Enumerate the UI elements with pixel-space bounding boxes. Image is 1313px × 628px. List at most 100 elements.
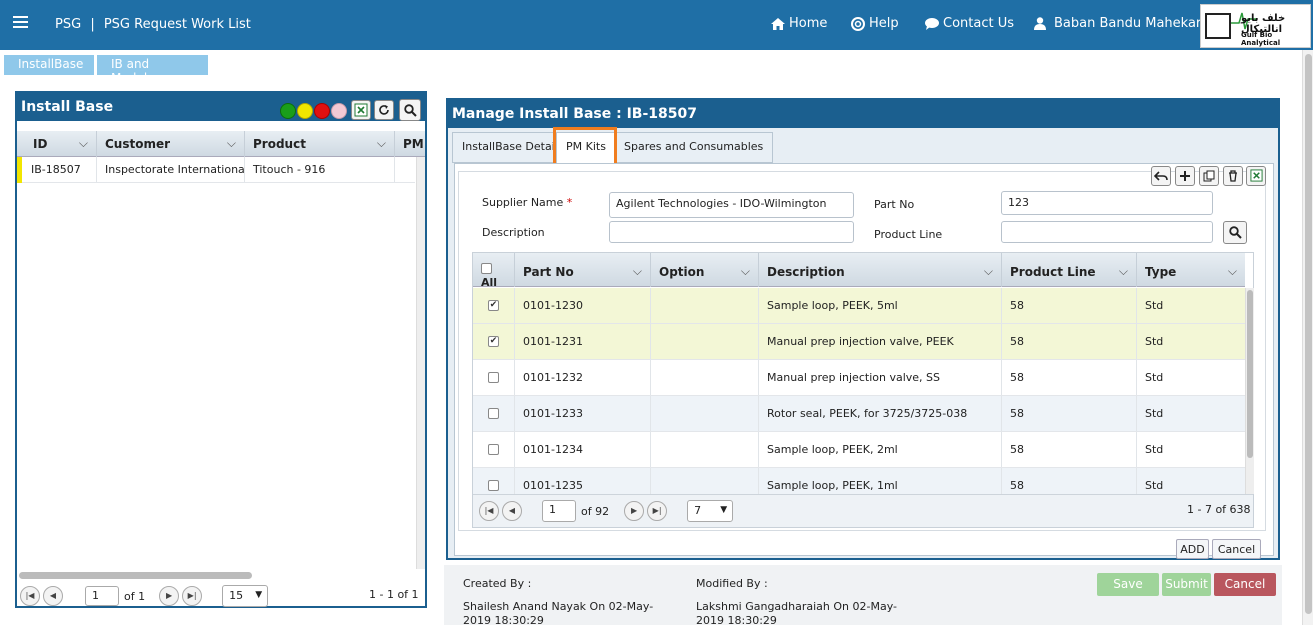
col-option[interactable]: Option ⌵ [651,253,759,287]
add-button[interactable]: ADD [1176,539,1209,559]
cell-option [651,324,759,359]
nav-contact[interactable]: Contact Us [925,16,1014,31]
col-part-no[interactable]: Part No ⌵ [515,253,651,287]
cancel-button[interactable]: Cancel [1214,573,1276,596]
chevron-down-icon[interactable]: ⌵ [633,264,642,279]
left-pager: |◀ ◀ 1 of 1 ▶ ▶| 15 ▼ [20,585,269,607]
supplier-input[interactable]: Agilent Technologies - IDO-Wilmington [609,192,854,218]
chevron-down-icon[interactable]: ⌵ [1228,264,1237,279]
nav-help[interactable]: Help [851,16,899,31]
col-customer[interactable]: Customer ⌵ [97,131,245,157]
col-product[interactable]: Product ⌵ [245,131,395,157]
table-row[interactable]: 0101-1233 Rotor seal, PEEK, for 3725/372… [473,396,1245,432]
cell-part-no: 0101-1233 [515,396,651,431]
row-checkbox[interactable] [488,444,499,455]
refresh-icon[interactable] [374,100,394,120]
product-line-input[interactable] [1001,221,1213,243]
nav-user[interactable]: Baban Bandu Mahekar [1034,16,1201,31]
lifebuoy-icon [851,16,865,31]
vertical-scrollbar[interactable] [416,157,425,569]
description-label: Description [482,226,545,239]
row-checkbox[interactable]: ✔ [488,336,499,347]
grid-cancel-button[interactable]: Cancel [1212,539,1261,559]
part-no-input[interactable]: 123 [1001,191,1213,215]
page-of-label: of 1 [124,589,146,603]
chevron-down-icon[interactable]: ⌵ [79,136,88,151]
chevron-down-icon[interactable]: ⌵ [377,136,386,151]
left-pager-summary: 1 - 1 of 1 [369,588,419,601]
page-input[interactable]: 1 [542,500,576,522]
last-page-icon[interactable]: ▶| [182,586,203,606]
cell-product-line: 58 [1002,432,1137,467]
page-input[interactable]: 1 [85,586,119,606]
search-icon[interactable] [399,99,421,121]
cell-option [651,468,759,494]
cell-type: Std [1145,371,1164,384]
modified-by-label: Modified By : [696,577,768,590]
table-row[interactable]: ✔ 0101-1231 Manual prep injection valve,… [473,324,1245,360]
menu-icon[interactable] [13,16,28,29]
search-icon[interactable] [1223,221,1247,244]
select-all-checkbox[interactable] [481,263,492,274]
chevron-down-icon[interactable]: ⌵ [1119,264,1128,279]
tab-spares-consumables[interactable]: Spares and Consumables [614,132,774,163]
add-icon[interactable] [1175,166,1195,186]
prev-page-icon[interactable]: ◀ [43,586,63,606]
chevron-down-icon[interactable]: ⌵ [741,264,750,279]
table-row[interactable]: 0101-1232 Manual prep injection valve, S… [473,360,1245,396]
first-page-icon[interactable]: |◀ [479,501,499,521]
last-page-icon[interactable]: ▶| [647,501,668,521]
col-id[interactable]: ID ⌵ [17,131,97,157]
logo-mark [1205,13,1231,39]
col-type[interactable]: Type ⌵ [1137,253,1245,287]
description-input[interactable] [609,221,854,243]
next-page-icon[interactable]: ▶ [624,501,645,521]
chat-icon [925,17,939,30]
parts-grid-scrollbar[interactable] [1245,288,1254,494]
parts-pager: |◀ ◀ 1 of 92 ▶ ▶| 7 ▼ [479,500,734,522]
col-select-all[interactable]: All [473,253,515,289]
part-no-label: Part No [874,198,915,211]
modified-by-value: Lakshmi Gangadharaiah On 02-May-2019 18:… [696,600,898,627]
horizontal-scrollbar[interactable] [19,572,252,579]
table-row[interactable]: ✔ 0101-1230 Sample loop, PEEK, 5ml 58 St… [473,288,1245,324]
status-pink-icon[interactable] [331,103,347,119]
table-row[interactable]: 0101-1235 Sample loop, PEEK, 1ml 58 Std [473,468,1245,494]
status-green-icon[interactable] [280,103,296,119]
page-scrollbar[interactable] [1302,50,1313,625]
cell-part-no: 0101-1235 [515,468,651,494]
col-pm[interactable]: PM [395,131,425,157]
chevron-down-icon[interactable]: ⌵ [227,136,236,151]
row-checkbox[interactable]: ✔ [488,300,499,311]
user-icon [1034,17,1046,30]
save-button[interactable]: Save [1097,573,1159,596]
submit-button[interactable]: Submit [1162,573,1211,596]
row-checkbox[interactable] [488,480,499,491]
next-page-icon[interactable]: ▶ [159,586,180,606]
row-checkbox[interactable] [488,372,499,383]
col-description[interactable]: Description ⌵ [759,253,1002,287]
col-product-line[interactable]: Product Line ⌵ [1002,253,1137,287]
prev-page-icon[interactable]: ◀ [502,501,522,521]
chevron-down-icon[interactable]: ⌵ [984,264,993,279]
row-checkbox[interactable] [488,408,499,419]
page-size-select[interactable]: 15 ▼ [222,585,269,607]
parts-pager-summary: 1 - 7 of 638 [1187,503,1251,516]
status-red-icon[interactable] [314,103,330,119]
table-row[interactable]: IB-18507 Inspectorate International ... … [17,157,415,183]
crumb-ib-module[interactable]: IB and Module [97,55,208,85]
table-row[interactable]: 0101-1234 Sample loop, PEEK, 2ml 58 Std [473,432,1245,468]
status-yellow-icon[interactable] [297,103,313,119]
delete-icon[interactable] [1223,166,1243,186]
first-page-icon[interactable]: |◀ [20,586,40,606]
undo-icon[interactable] [1151,166,1171,186]
cell-product-line: 58 [1002,468,1137,494]
cell-customer: Inspectorate International ... [97,157,245,182]
crumb-installbase[interactable]: InstallBase [4,55,94,75]
excel-export-icon[interactable] [351,100,371,120]
excel-export-icon[interactable] [1246,166,1266,186]
cell-option [651,432,759,467]
copy-icon[interactable] [1199,166,1219,186]
nav-home[interactable]: Home [771,16,827,31]
page-size-select[interactable]: 7 ▼ [687,500,734,522]
